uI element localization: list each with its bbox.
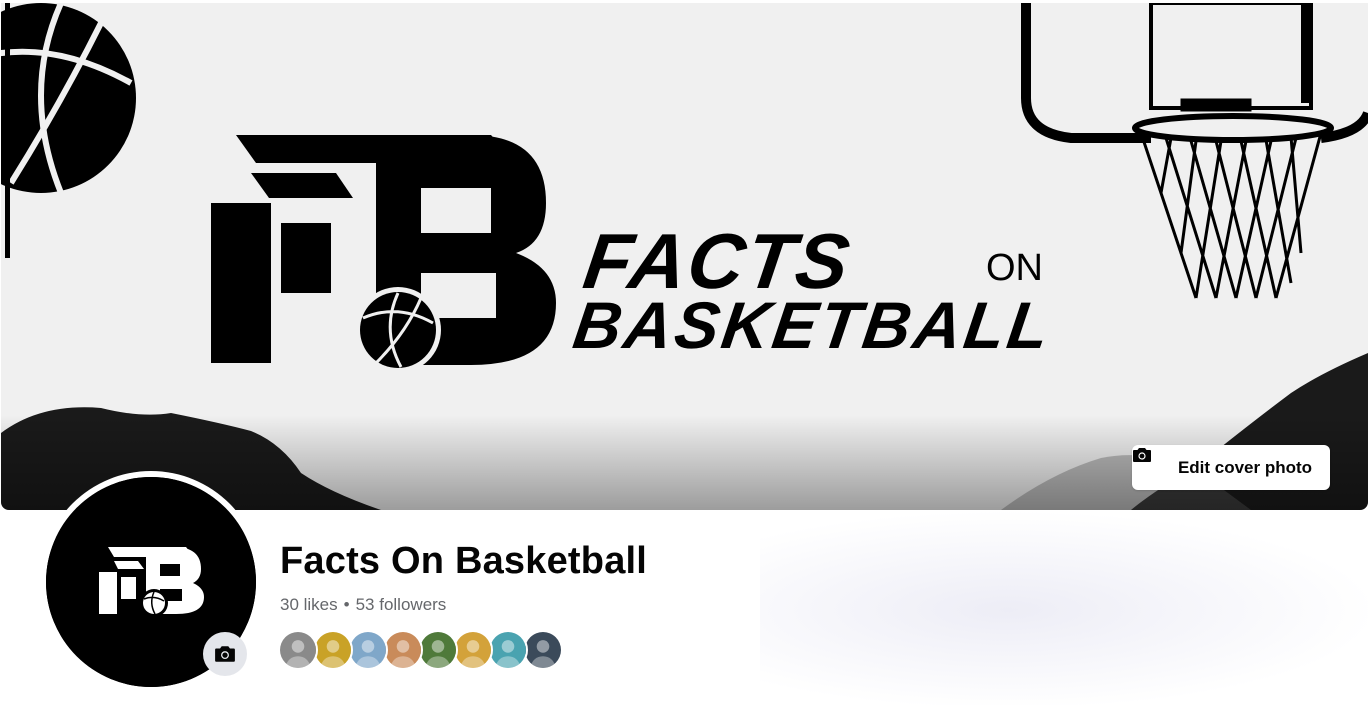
follower-avatars	[278, 630, 563, 672]
basketball-illustration	[1, 3, 136, 258]
follower-avatar-4[interactable]	[383, 630, 423, 670]
fb-logo-mark	[211, 135, 556, 373]
update-profile-picture-button[interactable]	[203, 632, 247, 676]
follower-avatar-6[interactable]	[453, 630, 493, 670]
hoop-illustration	[1021, 3, 1368, 299]
followers-link[interactable]: 53 followers	[356, 595, 447, 614]
cover-logo-on: ON	[986, 247, 1043, 289]
edit-cover-photo-label: Edit cover photo	[1177, 457, 1313, 477]
follower-avatar-3[interactable]	[348, 630, 388, 670]
page-header: FACTS ON BASKETBALL Edit cover photo Fac…	[0, 0, 1368, 705]
camera-icon	[1133, 448, 1170, 478]
stats-separator: •	[343, 595, 350, 614]
page-stats: 30 likes • 53 followers	[280, 595, 446, 615]
cover-artwork: FACTS ON BASKETBALL	[1, 3, 1368, 510]
follower-avatar-1[interactable]	[278, 630, 318, 670]
cover-logo-line2: BASKETBALL	[569, 289, 1057, 363]
follower-avatar-8[interactable]	[523, 630, 563, 670]
edit-cover-photo-button[interactable]: Edit cover photo	[1132, 445, 1330, 490]
page-title: Facts On Basketball	[280, 540, 648, 582]
camera-icon	[214, 643, 236, 665]
background-glow	[760, 510, 1368, 705]
follower-avatar-5[interactable]	[418, 630, 458, 670]
follower-avatar-2[interactable]	[313, 630, 353, 670]
follower-avatar-7[interactable]	[488, 630, 528, 670]
cover-photo[interactable]: FACTS ON BASKETBALL Edit cover photo	[1, 3, 1368, 510]
likes-link[interactable]: 30 likes	[280, 595, 338, 614]
